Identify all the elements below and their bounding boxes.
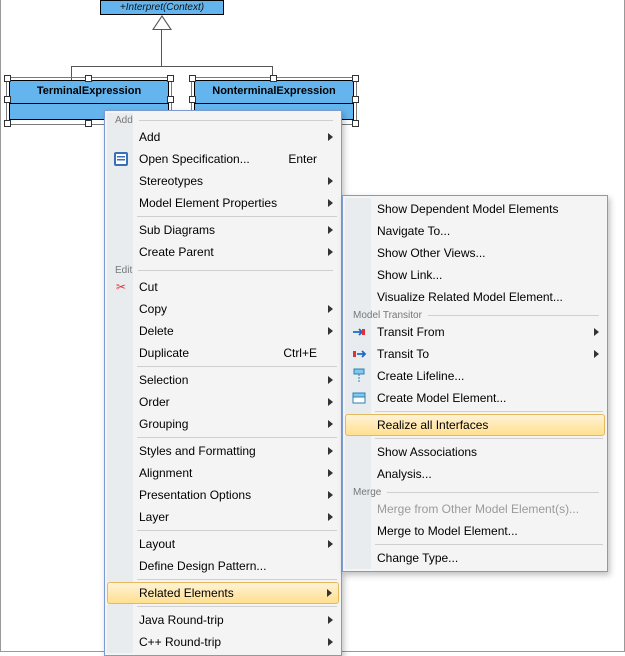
model-element-icon — [351, 390, 367, 406]
submenu-related-elements[interactable]: Show Dependent Model Elements Navigate T… — [342, 195, 608, 572]
submenu-section-transitor: Model Transitor — [347, 308, 605, 321]
menu-duplicate[interactable]: DuplicateCtrl+E — [107, 342, 339, 364]
generalization-arrowhead-fill — [154, 17, 170, 29]
menu-cpp-roundtrip[interactable]: C++ Round-trip — [107, 631, 339, 653]
uml-parent-method: +Interpret(Context) — [100, 0, 224, 15]
menu-section-add: Add — [109, 113, 339, 126]
menu-create-parent[interactable]: Create Parent — [107, 241, 339, 263]
menu-styles-formatting[interactable]: Styles and Formatting — [107, 440, 339, 462]
menu-grouping[interactable]: Grouping — [107, 413, 339, 435]
menu-define-design-pattern[interactable]: Define Design Pattern... — [107, 555, 339, 577]
menu-selection[interactable]: Selection — [107, 369, 339, 391]
scissors-icon: ✂ — [113, 279, 129, 295]
submenu-realize-all-interfaces[interactable]: Realize all Interfaces — [345, 414, 605, 436]
submenu-visualize-related[interactable]: Visualize Related Model Element... — [345, 286, 605, 308]
connector — [161, 30, 162, 66]
submenu-show-other-views[interactable]: Show Other Views... — [345, 242, 605, 264]
menu-stereotypes[interactable]: Stereotypes — [107, 170, 339, 192]
submenu-analysis[interactable]: Analysis... — [345, 463, 605, 485]
submenu-transit-to[interactable]: Transit To — [345, 343, 605, 365]
transit-from-icon — [351, 324, 367, 340]
submenu-create-model-element[interactable]: Create Model Element... — [345, 387, 605, 409]
submenu-navigate-to[interactable]: Navigate To... — [345, 220, 605, 242]
menu-copy[interactable]: Copy — [107, 298, 339, 320]
spec-icon — [113, 151, 129, 167]
menu-java-roundtrip[interactable]: Java Round-trip — [107, 609, 339, 631]
menu-layer[interactable]: Layer — [107, 506, 339, 528]
uml-class-name: TerminalExpression — [37, 85, 141, 97]
menu-cut[interactable]: ✂ Cut — [107, 276, 339, 298]
menu-related-elements[interactable]: Related Elements — [107, 582, 339, 604]
menu-sub-diagrams[interactable]: Sub Diagrams — [107, 219, 339, 241]
menu-alignment[interactable]: Alignment — [107, 462, 339, 484]
connector — [71, 66, 273, 67]
menu-delete[interactable]: Delete — [107, 320, 339, 342]
submenu-change-type[interactable]: Change Type... — [345, 547, 605, 569]
menu-layout[interactable]: Layout — [107, 533, 339, 555]
submenu-merge-from: Merge from Other Model Element(s)... — [345, 498, 605, 520]
menu-add[interactable]: Add — [107, 126, 339, 148]
menu-section-edit: Edit — [109, 263, 339, 276]
connector — [71, 66, 72, 80]
submenu-show-dependent[interactable]: Show Dependent Model Elements — [345, 198, 605, 220]
diagram-canvas[interactable]: +Interpret(Context) TerminalExpression N… — [0, 0, 625, 652]
menu-model-element-properties[interactable]: Model Element Properties — [107, 192, 339, 214]
submenu-create-lifeline[interactable]: Create Lifeline... — [345, 365, 605, 387]
context-menu[interactable]: Add Add Open Specification...Enter Stere… — [104, 110, 342, 656]
submenu-show-associations[interactable]: Show Associations — [345, 441, 605, 463]
submenu-section-merge: Merge — [347, 485, 605, 498]
submenu-merge-to[interactable]: Merge to Model Element... — [345, 520, 605, 542]
menu-order[interactable]: Order — [107, 391, 339, 413]
menu-presentation-options[interactable]: Presentation Options — [107, 484, 339, 506]
transit-to-icon — [351, 346, 367, 362]
uml-class-name: NonterminalExpression — [212, 85, 335, 97]
submenu-show-link[interactable]: Show Link... — [345, 264, 605, 286]
menu-open-specification[interactable]: Open Specification...Enter — [107, 148, 339, 170]
submenu-transit-from[interactable]: Transit From — [345, 321, 605, 343]
lifeline-icon — [351, 368, 367, 384]
